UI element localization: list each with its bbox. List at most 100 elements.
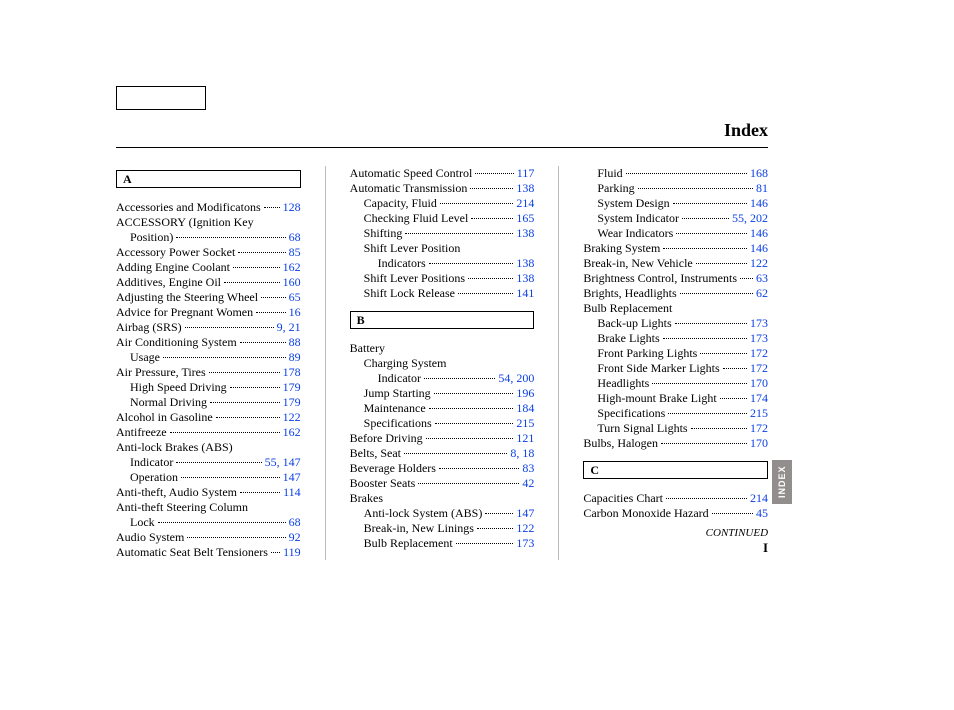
page-link[interactable]: 65 [289, 290, 301, 305]
page-link[interactable]: 55, 202 [732, 211, 768, 226]
page-link[interactable]: 62 [756, 286, 768, 301]
page-link[interactable]: 165 [516, 211, 534, 226]
page-link[interactable]: 170 [750, 376, 768, 391]
index-entry: Anti-lock Brakes (ABS) [116, 440, 301, 455]
page-link[interactable]: 141 [516, 286, 534, 301]
page-link[interactable]: 117 [517, 166, 535, 181]
page-link[interactable]: 173 [750, 316, 768, 331]
page-link[interactable]: 170 [750, 436, 768, 451]
page-link[interactable]: 146 [750, 241, 768, 256]
leader-dots [652, 383, 747, 384]
column-2: Automatic Speed Control117Automatic Tran… [350, 166, 535, 560]
index-entry: Back-up Lights173 [583, 316, 768, 331]
page-link[interactable]: 215 [516, 416, 534, 431]
page-link[interactable]: 147 [516, 506, 534, 521]
page-link[interactable]: 160 [283, 275, 301, 290]
page-link[interactable]: 119 [283, 545, 301, 560]
index-entry: System Design146 [583, 196, 768, 211]
page-link[interactable]: 146 [750, 196, 768, 211]
page-link[interactable]: 45 [756, 506, 768, 521]
leader-dots [434, 393, 514, 394]
entry-label: Normal Driving [130, 395, 207, 410]
page-link[interactable]: 55, 147 [265, 455, 301, 470]
page-link[interactable]: 68 [289, 515, 301, 530]
page-link[interactable]: 92 [289, 530, 301, 545]
page-link[interactable]: 68 [289, 230, 301, 245]
page-link[interactable]: 172 [750, 346, 768, 361]
leader-dots [663, 248, 747, 249]
leader-dots [238, 252, 285, 253]
page-link[interactable]: 138 [516, 226, 534, 241]
leader-dots [723, 368, 747, 369]
page-link[interactable]: 121 [516, 431, 534, 446]
index-entry: Lock68 [116, 515, 301, 530]
leader-dots [675, 323, 747, 324]
page-link[interactable]: 179 [283, 380, 301, 395]
index-entry: Wear Indicators146 [583, 226, 768, 241]
page-link[interactable]: 16 [289, 305, 301, 320]
page-link[interactable]: 196 [516, 386, 534, 401]
page-link[interactable]: 122 [750, 256, 768, 271]
page-link[interactable]: 89 [289, 350, 301, 365]
index-entry: Audio System92 [116, 530, 301, 545]
page-link[interactable]: 162 [283, 425, 301, 440]
entry-label: Anti-theft, Audio System [116, 485, 237, 500]
index-entry: Position)68 [116, 230, 301, 245]
page-link[interactable]: 173 [750, 331, 768, 346]
entry-label: Anti-lock System (ABS) [364, 506, 483, 521]
entry-label: ACCESSORY (Ignition Key [116, 215, 254, 230]
page-link[interactable]: 146 [750, 226, 768, 241]
page-link[interactable]: 8, 18 [510, 446, 534, 461]
page-link[interactable]: 138 [516, 181, 534, 196]
leader-dots [673, 203, 747, 204]
entry-label: Bulbs, Halogen [583, 436, 658, 451]
entry-label: Automatic Seat Belt Tensioners [116, 545, 268, 560]
page-link[interactable]: 215 [750, 406, 768, 421]
entry-label: Break-in, New Vehicle [583, 256, 692, 271]
page-link[interactable]: 184 [516, 401, 534, 416]
page-link[interactable]: 63 [756, 271, 768, 286]
horizontal-rule [116, 147, 768, 148]
page-link[interactable]: 138 [516, 271, 534, 286]
page-link[interactable]: 114 [283, 485, 301, 500]
page-link[interactable]: 172 [750, 421, 768, 436]
page-link[interactable]: 138 [516, 256, 534, 271]
entry-label: Antifreeze [116, 425, 167, 440]
page-link[interactable]: 122 [283, 410, 301, 425]
page-link[interactable]: 173 [516, 536, 534, 551]
page-link[interactable]: 42 [522, 476, 534, 491]
leader-dots [475, 173, 513, 174]
page-link[interactable]: 179 [283, 395, 301, 410]
index-entry: Airbag (SRS)9, 21 [116, 320, 301, 335]
index-entry: ACCESSORY (Ignition Key [116, 215, 301, 230]
leader-dots [187, 537, 285, 538]
page-link[interactable]: 85 [289, 245, 301, 260]
page-link[interactable]: 214 [750, 491, 768, 506]
index-entry: High-mount Brake Light174 [583, 391, 768, 406]
section-letter: C [583, 461, 768, 479]
page-link[interactable]: 122 [516, 521, 534, 536]
side-tab: INDEX [772, 460, 792, 504]
page-link[interactable]: 162 [283, 260, 301, 275]
page-link[interactable]: 81 [756, 181, 768, 196]
page-link[interactable]: 147 [283, 470, 301, 485]
leader-dots [700, 353, 747, 354]
page-link[interactable]: 54, 200 [498, 371, 534, 386]
entry-label: Anti-theft Steering Column [116, 500, 248, 515]
page-link[interactable]: 178 [283, 365, 301, 380]
page-link[interactable]: 168 [750, 166, 768, 181]
page-link[interactable]: 128 [283, 200, 301, 215]
page-link[interactable]: 172 [750, 361, 768, 376]
index-entry: Indicator55, 147 [116, 455, 301, 470]
page-link[interactable]: 174 [750, 391, 768, 406]
entry-label: Shift Lock Release [364, 286, 455, 301]
entry-label: Brake Lights [597, 331, 659, 346]
page: Index AAccessories and Modificatons128AC… [0, 0, 954, 710]
page-link[interactable]: 9, 21 [277, 320, 301, 335]
page-link[interactable]: 214 [516, 196, 534, 211]
page-link[interactable]: 83 [522, 461, 534, 476]
index-entry: Fluid168 [583, 166, 768, 181]
entry-label: Bulb Replacement [583, 301, 672, 316]
page-link[interactable]: 88 [289, 335, 301, 350]
entry-label: Shift Lever Positions [364, 271, 465, 286]
